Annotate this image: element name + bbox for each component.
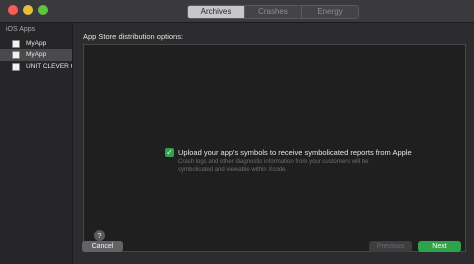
sidebar-item-label: MyApp [26, 51, 47, 58]
sidebar-item-label: UNIT CLEVER G [26, 63, 72, 70]
organizer-tab-control: Archives Crashes Energy [187, 5, 359, 19]
upload-symbols-checkbox[interactable]: ✓ [165, 148, 174, 157]
main-content: App Store distribution options: ✓ Upload… [73, 23, 474, 264]
sidebar-section-header: iOS Apps [6, 26, 36, 33]
sidebar-item-myapp-selected[interactable]: MyApp [0, 49, 72, 61]
sidebar-item-label: MyApp [26, 40, 47, 47]
page-title: App Store distribution options: [83, 32, 184, 41]
previous-button[interactable]: Previous [369, 241, 412, 252]
sidebar-item-unit-clever[interactable]: UNIT CLEVER G [0, 61, 72, 73]
app-icon [12, 40, 20, 48]
upload-symbols-label[interactable]: Upload your app's symbols to receive sym… [178, 148, 412, 157]
close-window-button[interactable] [8, 5, 18, 15]
checkmark-icon: ✓ [166, 148, 173, 157]
tab-crashes[interactable]: Crashes [245, 6, 302, 18]
cancel-button[interactable]: Cancel [82, 241, 123, 252]
options-panel: ✓ Upload your app's symbols to receive s… [83, 44, 466, 252]
app-icon [12, 51, 20, 59]
tab-archives[interactable]: Archives [188, 6, 245, 18]
minimize-window-button[interactable] [23, 5, 33, 15]
next-button[interactable]: Next [418, 241, 461, 252]
help-button[interactable]: ? [94, 230, 105, 241]
maximize-window-button[interactable] [38, 5, 48, 15]
app-icon [12, 63, 20, 71]
sidebar: iOS Apps MyApp MyApp UNIT CLEVER G [0, 23, 73, 264]
title-bar: Archives Crashes Energy [0, 0, 474, 23]
upload-symbols-description: Crash logs and other diagnostic informat… [178, 159, 369, 173]
tab-energy[interactable]: Energy [302, 6, 358, 18]
